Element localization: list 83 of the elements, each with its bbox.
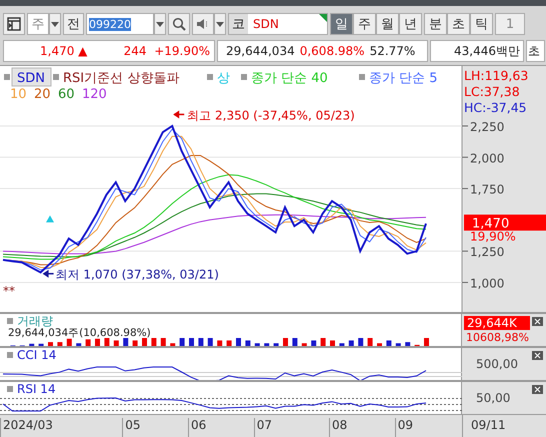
caret-icon	[156, 22, 164, 26]
legend-label: 상	[217, 71, 230, 86]
change-tag-label: 19,90%	[470, 230, 516, 244]
stat-label: HC:-37,45	[464, 100, 527, 115]
axis-label: 2,250	[470, 120, 504, 134]
dropdown-button[interactable]	[214, 13, 226, 35]
speaker-icon	[196, 18, 210, 30]
axis-label: 500,00	[475, 357, 518, 371]
legend-label: RSI기준선 상향돌파	[63, 71, 180, 86]
market-badge: 코	[229, 14, 248, 34]
caret-icon	[216, 22, 224, 26]
panel-title: CCI 14	[17, 348, 56, 362]
dropdown-button[interactable]	[49, 13, 61, 35]
marker-text: **	[3, 284, 15, 298]
layout-icon	[7, 17, 21, 31]
legend-label: 10	[10, 87, 27, 102]
date-label: 09	[394, 418, 414, 437]
date-label: 05	[122, 418, 140, 437]
dropdown-button[interactable]	[154, 13, 166, 35]
volume-reading: 29,644,034주(10,608.98%)	[7, 328, 152, 338]
price-tag-label: 1,470	[472, 216, 510, 232]
close-icon[interactable]	[532, 385, 543, 394]
period-tab[interactable]: 주	[353, 13, 376, 35]
legend-label: 종가 단순 40	[251, 71, 328, 86]
date-label: 2024/03	[0, 418, 53, 437]
unit-tab[interactable]: 분	[424, 13, 447, 35]
legend-icon	[241, 74, 247, 80]
layout-button[interactable]	[3, 13, 25, 35]
arrow-icon	[42, 270, 54, 278]
price-value: 1,470 ▲	[40, 44, 88, 58]
panel-icon	[7, 318, 13, 324]
axis-label: 1,750	[470, 182, 504, 197]
unit-tab[interactable]: 틱	[470, 13, 493, 35]
panel-icon	[7, 386, 13, 392]
close-icon[interactable]	[532, 317, 543, 326]
volume-rate-label: 10608,98%	[466, 331, 529, 344]
legend-icon	[359, 74, 365, 80]
panel-title: RSI 14	[17, 382, 56, 396]
stat-label: LH:119,63	[464, 68, 528, 83]
all-button[interactable]: 전	[63, 13, 84, 35]
legend-label: 20	[34, 87, 51, 102]
date-label: 09/11	[471, 418, 506, 432]
axis-label: 1,250	[470, 245, 504, 260]
quote-label: 초	[528, 42, 540, 60]
unit-tab[interactable]: 초	[447, 13, 470, 35]
market-select[interactable]: 주	[27, 13, 49, 35]
search-button[interactable]	[168, 13, 190, 35]
volume-rate: 0,608.98%	[300, 44, 365, 58]
axis-label: 2,000	[470, 151, 504, 166]
period-tab[interactable]: 일	[330, 13, 353, 35]
legend-label: 120	[82, 87, 107, 102]
volume-tag: 29,644K	[464, 316, 530, 330]
date-label: 06	[188, 418, 206, 437]
amount-value: 43,446백만	[454, 42, 520, 60]
panel-icon	[7, 352, 13, 358]
period-tab[interactable]: 년	[399, 13, 422, 35]
legend-icon	[4, 74, 10, 80]
low-annotation: 최저 1,070 (37,38%, 03/21)	[56, 268, 219, 282]
corner-icon	[319, 14, 327, 22]
code-input[interactable]: 099220	[86, 13, 154, 35]
legend-label: 종가 단순 5	[369, 71, 438, 86]
volume-value: 29,644,034	[226, 44, 295, 58]
legend-icon	[53, 74, 59, 80]
legend-badge: SDN	[12, 68, 52, 86]
caret-icon	[51, 22, 59, 26]
date-label: 07	[254, 418, 272, 437]
close-icon[interactable]	[532, 351, 543, 360]
axis-label: 1,000	[470, 276, 504, 290]
stat-label: LC:37,38	[464, 84, 520, 99]
high-annotation: 최고 2,350 (-37,45%, 05/23)	[187, 108, 355, 122]
legend-icon	[207, 74, 213, 80]
sound-button[interactable]	[192, 13, 214, 35]
legend-label: 60	[58, 87, 75, 102]
date-label: 08	[329, 418, 348, 437]
axis-label: 50,00	[475, 391, 510, 405]
signal-marker-icon	[46, 215, 54, 222]
period-tab[interactable]: 월	[376, 13, 399, 35]
arrow-icon	[173, 110, 184, 118]
change-value: 244 +19.90%	[124, 44, 210, 58]
panel-title: 거래량	[17, 312, 53, 328]
turnover-value: 52.77%	[370, 44, 416, 58]
stock-name-field[interactable]: 코 SDN	[228, 13, 328, 35]
search-icon	[172, 17, 186, 31]
